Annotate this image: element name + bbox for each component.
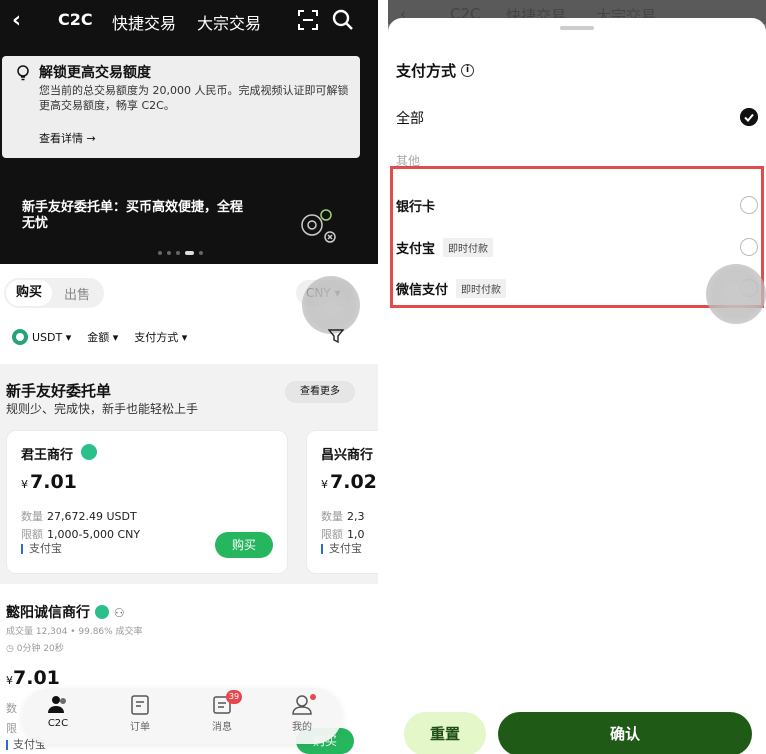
section-title: 新手友好委托单 <box>6 382 112 400</box>
payment-method-screen: ‹ C2C 快捷交易 大宗交易 支付方式 i 全部 其他 银行卡 支付宝 即时付… <box>388 0 766 754</box>
chevron-left-icon[interactable]: ‹ <box>12 8 21 33</box>
bottom-tab-bar: C2C 订单 39 消息 我的 <box>22 688 342 744</box>
merchant-stats: 成交量 12,304 • 99.86% 成交率 <box>6 627 143 637</box>
info-icon[interactable]: i <box>461 64 475 77</box>
tab-label: 订单 <box>130 722 150 733</box>
merchant-card[interactable]: 君王商行 ¥7.01 数量 27,672.49 USDT 限额 1,000-5,00… <box>6 430 288 574</box>
option-label: 微信支付 <box>396 283 449 298</box>
merchant-name: 君王商行 <box>21 448 74 463</box>
option-bank-card[interactable]: 银行卡 <box>396 196 435 215</box>
instant-pay-tag: 即时付款 <box>443 238 494 257</box>
coin-filter-label: USDT ▾ <box>32 330 72 344</box>
banner-text[interactable]: 新手友好委托单：买币高效便捷，全程无忧 <box>22 200 252 232</box>
limit-row: 限额 1,0 <box>321 528 365 541</box>
merchant-price: ¥7.01 <box>6 667 60 689</box>
sheet-drag-handle[interactable] <box>560 26 594 30</box>
payment-method-sheet: 支付方式 i 全部 其他 <box>388 18 766 754</box>
reset-button[interactable]: 重置 <box>404 712 486 754</box>
order-icon <box>131 695 149 715</box>
unlock-limit-card[interactable]: 解锁更高交易额度 您当前的总交易额度为 20,000 人民币。完成视频认证即可解… <box>2 56 360 158</box>
payment-filter[interactable]: 支付方式 ▾ <box>134 329 187 345</box>
tab-label: 消息 <box>212 722 232 733</box>
tab-orders[interactable]: 订单 <box>112 694 168 738</box>
payment-method: 支付宝 <box>321 543 362 554</box>
carousel-dots <box>158 251 203 255</box>
unlock-description: 您当前的总交易额度为 20,000 人民币。完成视频认证即可解锁更高交易额度，畅… <box>39 84 349 112</box>
payment-method: 支付宝 <box>21 543 62 554</box>
merchant-listing-name[interactable]: 懿阳诚信商行 ⚇ <box>6 602 125 622</box>
limit-row: 限 <box>6 722 17 735</box>
buy-button[interactable]: 购买 <box>215 532 273 558</box>
option-label: 银行卡 <box>396 200 436 215</box>
merchant-card[interactable]: 昌兴商行 ¥7.02 数量 2,3 限额 1,0 支付宝 <box>306 430 378 574</box>
sheet-title-text: 支付方式 <box>396 62 457 80</box>
filter-bar: USDT ▾ 金额 ▾ 支付方式 ▾ <box>12 328 203 346</box>
usdt-icon <box>12 329 28 345</box>
tab-profile[interactable]: 我的 <box>274 694 330 738</box>
price: ¥7.01 <box>21 471 77 493</box>
tab-block-trade[interactable]: 大宗交易 <box>197 10 261 34</box>
option-wechat-pay[interactable]: 微信支付 即时付款 <box>396 279 507 298</box>
see-more-button[interactable]: 查看更多 <box>285 381 355 403</box>
merchant-response-time: ◷ 0分钟 20秒 <box>6 644 64 654</box>
touch-indicator <box>706 264 766 324</box>
coin-filter[interactable]: USDT ▾ <box>12 329 71 345</box>
users-icon <box>48 696 66 713</box>
gears-illustration-icon <box>301 209 336 243</box>
tab-c2c[interactable]: C2C <box>58 10 93 29</box>
sheet-title: 支付方式 i <box>396 60 475 81</box>
buy-tab[interactable]: 购买 <box>6 280 52 306</box>
tab-label: 我的 <box>292 722 312 733</box>
search-icon[interactable] <box>332 9 354 31</box>
price: ¥7.02 <box>321 471 377 493</box>
option-all[interactable]: 全部 <box>396 108 424 128</box>
merchant-name: 昌兴商行 <box>321 448 374 463</box>
notification-dot <box>310 694 316 700</box>
tab-c2c-nav[interactable]: C2C <box>30 694 86 738</box>
unlock-title: 解锁更高交易额度 <box>39 65 151 81</box>
buy-sell-toggle: 购买 出售 <box>4 278 104 308</box>
view-details-link[interactable]: 查看详情 → <box>39 130 96 146</box>
unread-count-badge: 39 <box>226 690 242 704</box>
scan-icon[interactable] <box>298 10 318 30</box>
option-label: 支付宝 <box>396 242 436 257</box>
tab-label: C2C <box>47 718 69 729</box>
instant-pay-tag: 即时付款 <box>456 279 507 298</box>
quantity-row: 数量 2,3 <box>321 510 365 523</box>
c2c-market-screen: ‹ C2C 快捷交易 大宗交易 解锁更高交易额度 您当前的总交易额度为 20,0… <box>0 0 378 754</box>
radio-alipay[interactable] <box>740 238 758 256</box>
confirm-button[interactable]: 确认 <box>498 712 752 754</box>
clock-icon: ◷ <box>6 644 14 654</box>
quantity-row: 数 <box>6 702 17 715</box>
radio-bank-card[interactable] <box>740 196 758 214</box>
tab-quick-trade[interactable]: 快捷交易 <box>112 10 176 34</box>
option-alipay[interactable]: 支付宝 即时付款 <box>396 238 494 257</box>
limit-row: 限额 1,000-5,000 CNY <box>21 528 141 541</box>
lightbulb-icon <box>17 65 29 81</box>
top-nav-bar: ‹ C2C 快捷交易 大宗交易 <box>0 0 378 42</box>
tab-messages[interactable]: 39 消息 <box>194 690 250 738</box>
section-subtitle: 规则少、完成快，新手也能轻松上手 <box>6 402 199 416</box>
amount-filter[interactable]: 金额 ▾ <box>87 329 118 345</box>
quantity-row: 数量 27,672.49 USDT <box>21 510 137 523</box>
verified-badge-icon <box>94 605 109 619</box>
sell-tab[interactable]: 出售 <box>64 284 90 303</box>
filter-funnel-icon[interactable] <box>328 328 344 344</box>
checkmark-icon[interactable] <box>740 108 758 126</box>
verified-badge-icon <box>81 444 97 460</box>
user-icon: ⚇ <box>113 606 125 620</box>
touch-indicator <box>302 276 360 334</box>
